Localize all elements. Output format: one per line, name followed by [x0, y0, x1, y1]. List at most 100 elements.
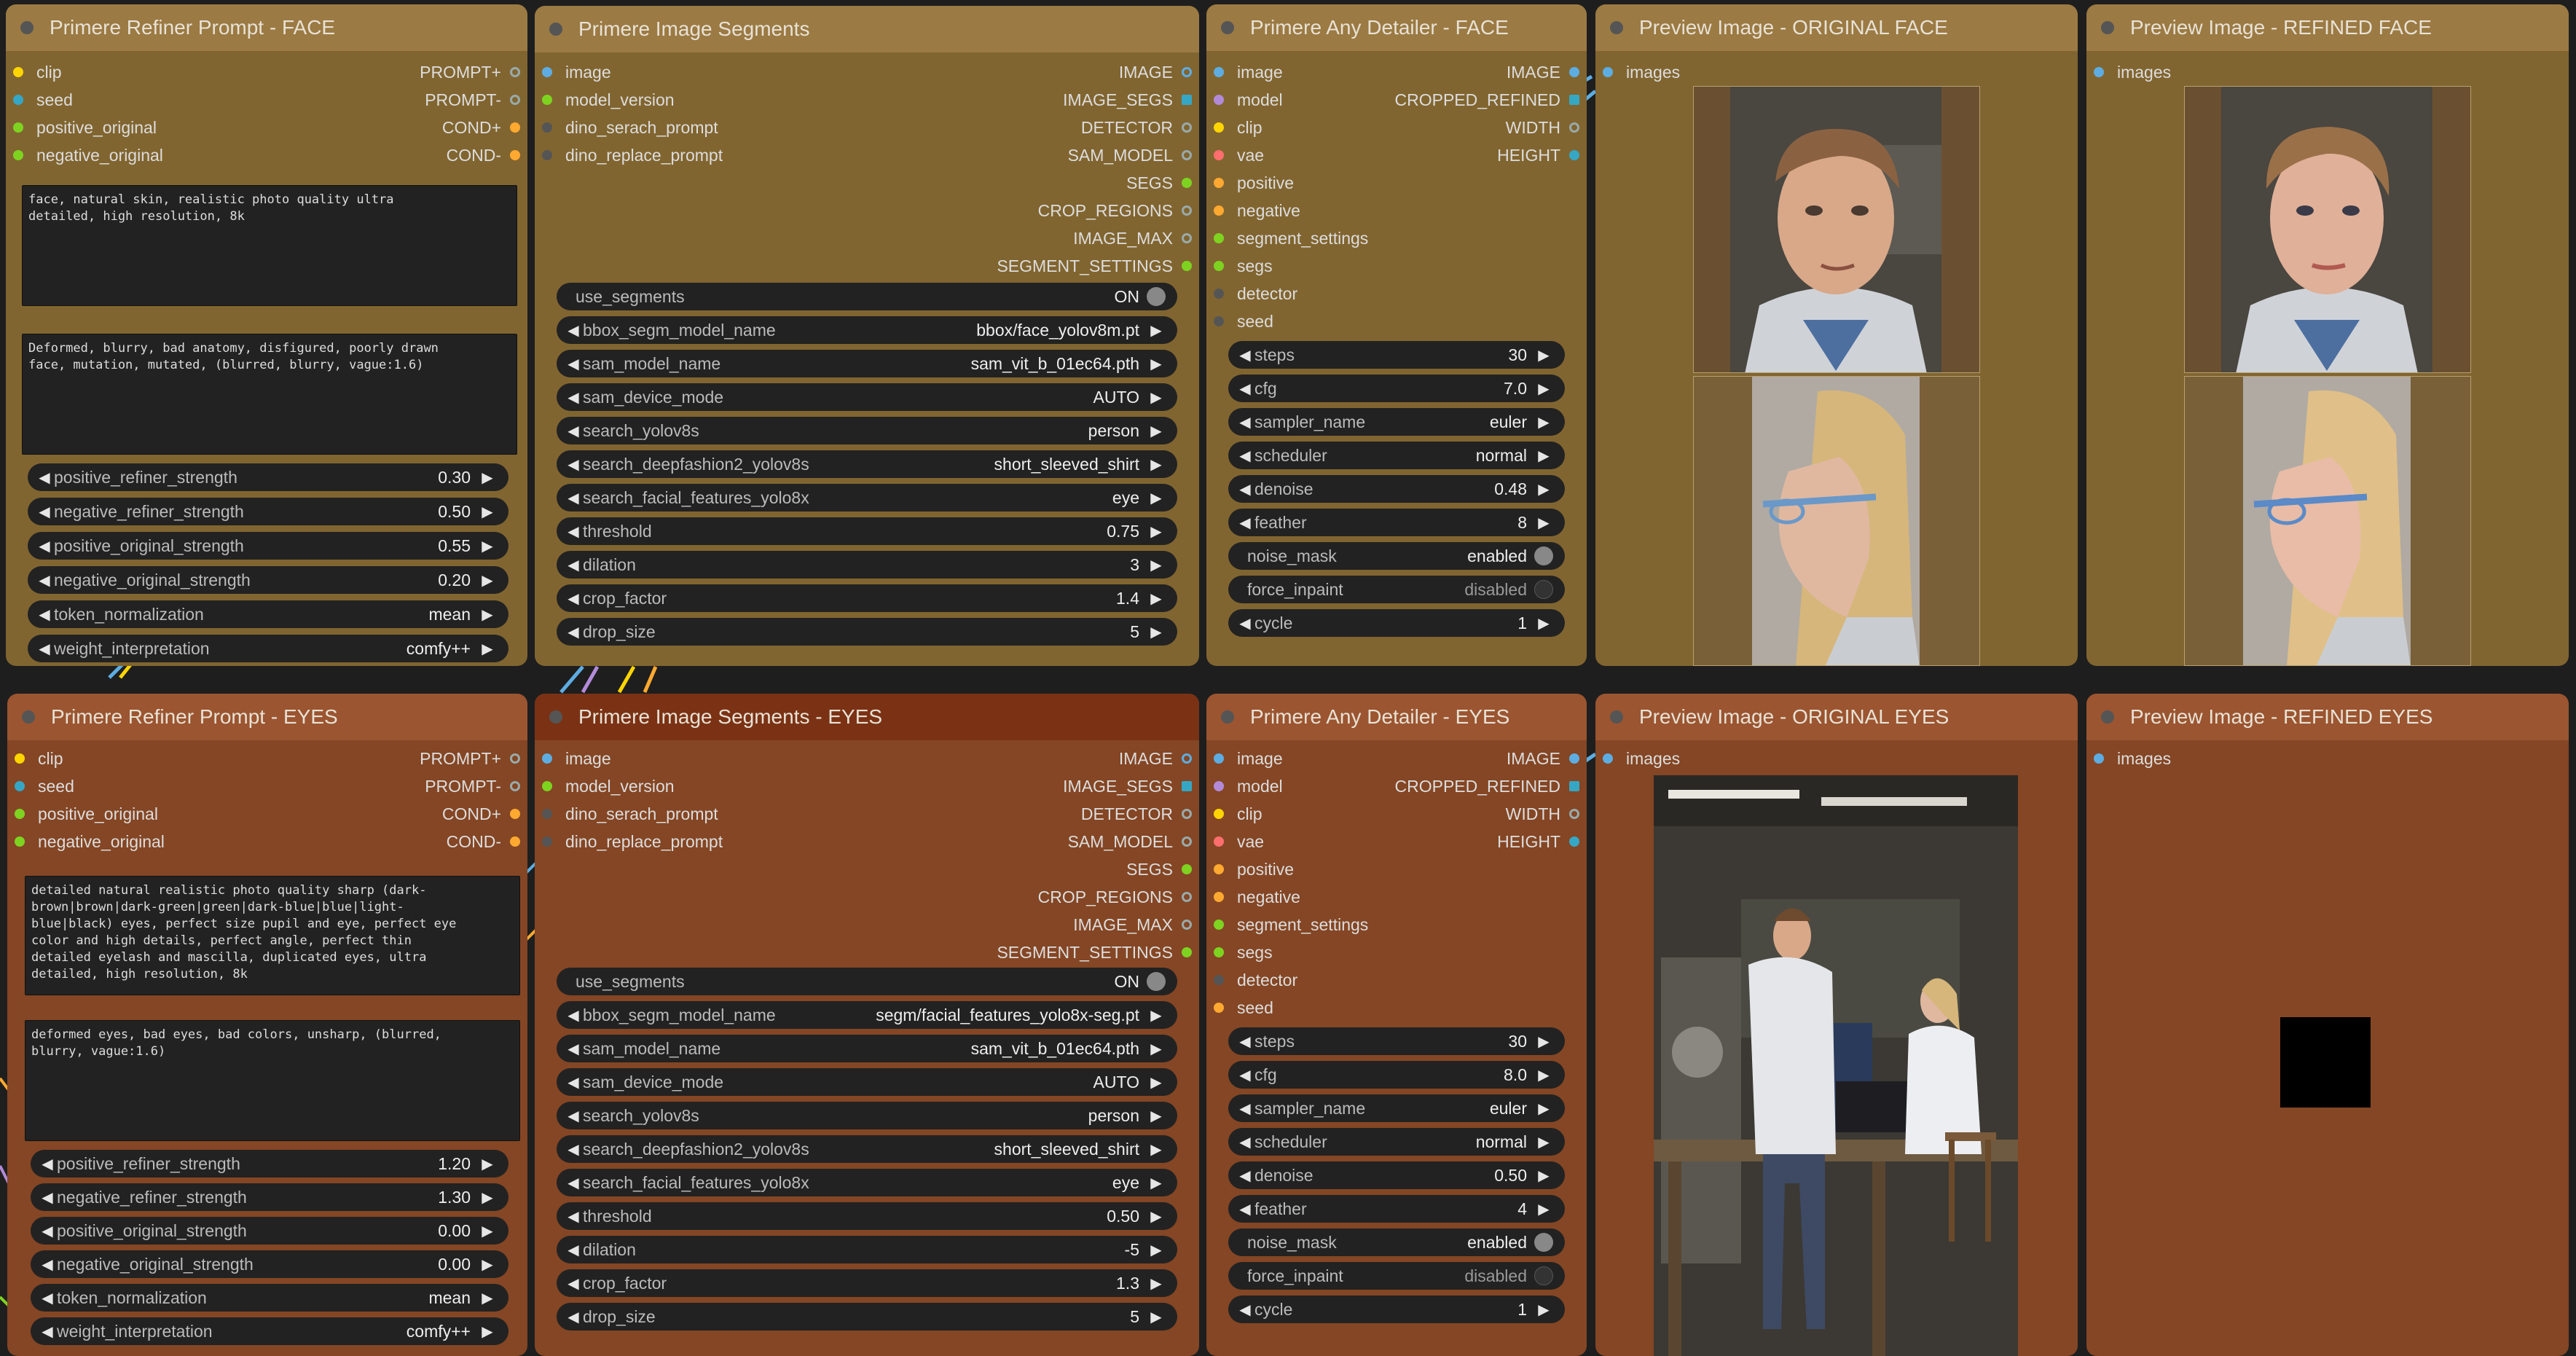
input-positive-original[interactable]: positive_original [13, 114, 157, 141]
socket-icon[interactable] [1569, 150, 1579, 160]
widget-weight-interpretation[interactable]: ◀ weight_interpretation comfy++ ▶ [28, 635, 508, 662]
socket-icon[interactable] [1214, 178, 1224, 188]
input-positive-original[interactable]: positive_original [15, 800, 158, 828]
widget-sampler-name[interactable]: ◀ sampler_name euler ▶ [1228, 1094, 1565, 1122]
input-vae[interactable]: vae [1214, 141, 1264, 169]
widget-weight-interpretation[interactable]: ◀ weight_interpretation comfy++ ▶ [31, 1317, 508, 1345]
output-prompt-plus[interactable]: PROMPT+ [420, 58, 520, 86]
arrow-right-icon[interactable]: ▶ [478, 1222, 497, 1240]
input-model-version[interactable]: model_version [542, 772, 675, 800]
widget-denoise[interactable]: ◀ denoise 0.48 ▶ [1228, 475, 1565, 503]
arrow-left-icon[interactable]: ◀ [38, 1322, 57, 1341]
input-image[interactable]: image [542, 745, 611, 772]
arrow-left-icon[interactable]: ◀ [1236, 346, 1254, 364]
toggle-knob-icon[interactable] [1534, 546, 1553, 565]
arrow-left-icon[interactable]: ◀ [564, 1073, 583, 1092]
socket-icon[interactable] [1214, 67, 1224, 77]
input-negative-original[interactable]: negative_original [15, 828, 165, 855]
socket-icon[interactable] [1182, 122, 1192, 133]
output-height[interactable]: HEIGHT [1497, 141, 1579, 169]
input-dino-search-prompt[interactable]: dino_serach_prompt [542, 114, 718, 141]
empty-preview-black-square[interactable] [2280, 1017, 2371, 1108]
arrow-left-icon[interactable]: ◀ [1236, 413, 1254, 431]
output-width[interactable]: WIDTH [1506, 114, 1579, 141]
widget-cfg[interactable]: ◀ cfg 8.0 ▶ [1228, 1061, 1565, 1089]
output-width[interactable]: WIDTH [1506, 800, 1579, 828]
arrow-left-icon[interactable]: ◀ [1236, 1301, 1254, 1319]
socket-icon[interactable] [1182, 836, 1192, 847]
input-model-version[interactable]: model_version [542, 86, 675, 114]
output-detector[interactable]: DETECTOR [1081, 800, 1192, 828]
socket-icon[interactable] [510, 122, 520, 133]
socket-icon[interactable] [1214, 289, 1224, 299]
arrow-right-icon[interactable]: ▶ [1147, 623, 1166, 641]
arrow-right-icon[interactable]: ▶ [1147, 1073, 1166, 1092]
toggle-force-inpaint[interactable]: force_inpaint disabled [1228, 1262, 1565, 1290]
socket-icon[interactable] [1569, 122, 1579, 133]
arrow-left-icon[interactable]: ◀ [564, 1241, 583, 1259]
output-cropped-refined[interactable]: CROPPED_REFINED [1395, 772, 1579, 800]
widget-feather[interactable]: ◀ feather 4 ▶ [1228, 1195, 1565, 1223]
input-detector[interactable]: detector [1214, 280, 1297, 307]
socket-icon[interactable] [1569, 809, 1579, 819]
output-segs[interactable]: SEGS [1126, 855, 1192, 883]
preview-thumbnail-refined-face-2[interactable] [2184, 376, 2471, 666]
socket-icon[interactable] [1214, 205, 1224, 216]
arrow-right-icon[interactable]: ▶ [1147, 1040, 1166, 1058]
arrow-left-icon[interactable]: ◀ [564, 589, 583, 608]
input-segment-settings[interactable]: segment_settings [1214, 911, 1368, 938]
node-header[interactable]: Primere Any Detailer - EYES [1206, 694, 1587, 740]
socket-icon[interactable] [542, 809, 552, 819]
widget-positive-original-strength[interactable]: ◀ positive_original_strength 0.00 ▶ [31, 1217, 508, 1245]
input-segment-settings[interactable]: segment_settings [1214, 224, 1368, 252]
arrow-left-icon[interactable]: ◀ [38, 1155, 57, 1173]
arrow-right-icon[interactable]: ▶ [1534, 1100, 1553, 1118]
preview-thumbnail-face[interactable] [1693, 86, 1980, 373]
arrow-right-icon[interactable]: ▶ [1534, 346, 1553, 364]
arrow-left-icon[interactable]: ◀ [1236, 1200, 1254, 1218]
input-model[interactable]: model [1214, 86, 1283, 114]
negative-prompt-textarea[interactable]: deformed eyes, bad eyes, bad colors, uns… [25, 1020, 520, 1141]
arrow-left-icon[interactable]: ◀ [564, 1308, 583, 1326]
input-images[interactable]: images [2094, 58, 2171, 86]
output-segment-settings[interactable]: SEGMENT_SETTINGS [997, 252, 1192, 280]
arrow-left-icon[interactable]: ◀ [564, 522, 583, 541]
output-prompt-minus[interactable]: PROMPT- [425, 86, 520, 114]
arrow-left-icon[interactable]: ◀ [564, 1107, 583, 1125]
arrow-left-icon[interactable]: ◀ [38, 1289, 57, 1307]
arrow-right-icon[interactable]: ▶ [1534, 1133, 1553, 1151]
arrow-right-icon[interactable]: ▶ [1147, 489, 1166, 507]
arrow-right-icon[interactable]: ▶ [1147, 1274, 1166, 1293]
node-header[interactable]: Primere Refiner Prompt - EYES [7, 694, 527, 740]
widget-positive-refiner-strength[interactable]: ◀ positive_refiner_strength 1.20 ▶ [31, 1150, 508, 1177]
input-segs[interactable]: segs [1214, 252, 1273, 280]
arrow-left-icon[interactable]: ◀ [1236, 1066, 1254, 1084]
widget-cfg[interactable]: ◀ cfg 7.0 ▶ [1228, 375, 1565, 402]
socket-icon[interactable] [542, 836, 552, 847]
arrow-left-icon[interactable]: ◀ [38, 1188, 57, 1207]
output-cond-minus[interactable]: COND- [447, 828, 520, 855]
arrow-right-icon[interactable]: ▶ [478, 469, 497, 487]
arrow-left-icon[interactable]: ◀ [1236, 447, 1254, 465]
widget-positive-refiner-strength[interactable]: ◀ positive_refiner_strength 0.30 ▶ [28, 463, 508, 491]
arrow-left-icon[interactable]: ◀ [564, 1207, 583, 1226]
collapse-dot-icon[interactable] [2101, 710, 2114, 724]
socket-icon[interactable] [1182, 67, 1192, 77]
socket-icon[interactable] [1214, 233, 1224, 243]
arrow-left-icon[interactable]: ◀ [1236, 1167, 1254, 1185]
arrow-right-icon[interactable]: ▶ [1147, 321, 1166, 340]
arrow-left-icon[interactable]: ◀ [564, 623, 583, 641]
arrow-right-icon[interactable]: ▶ [1147, 1207, 1166, 1226]
output-image-segs[interactable]: IMAGE_SEGS [1063, 86, 1192, 114]
output-image-max[interactable]: IMAGE_MAX [1073, 224, 1192, 252]
input-negative[interactable]: negative [1214, 883, 1300, 911]
arrow-left-icon[interactable]: ◀ [35, 537, 54, 555]
node-refiner-prompt-eyes[interactable]: Primere Refiner Prompt - EYES clip seed … [7, 694, 527, 1356]
input-clip[interactable]: clip [1214, 800, 1263, 828]
toggle-knob-icon[interactable] [1147, 287, 1166, 306]
socket-icon[interactable] [510, 95, 520, 105]
input-dino-search-prompt[interactable]: dino_serach_prompt [542, 800, 718, 828]
socket-icon[interactable] [2094, 753, 2104, 764]
node-image-segments-face[interactable]: Primere Image Segments image model_versi… [535, 6, 1199, 666]
arrow-right-icon[interactable]: ▶ [478, 1155, 497, 1173]
